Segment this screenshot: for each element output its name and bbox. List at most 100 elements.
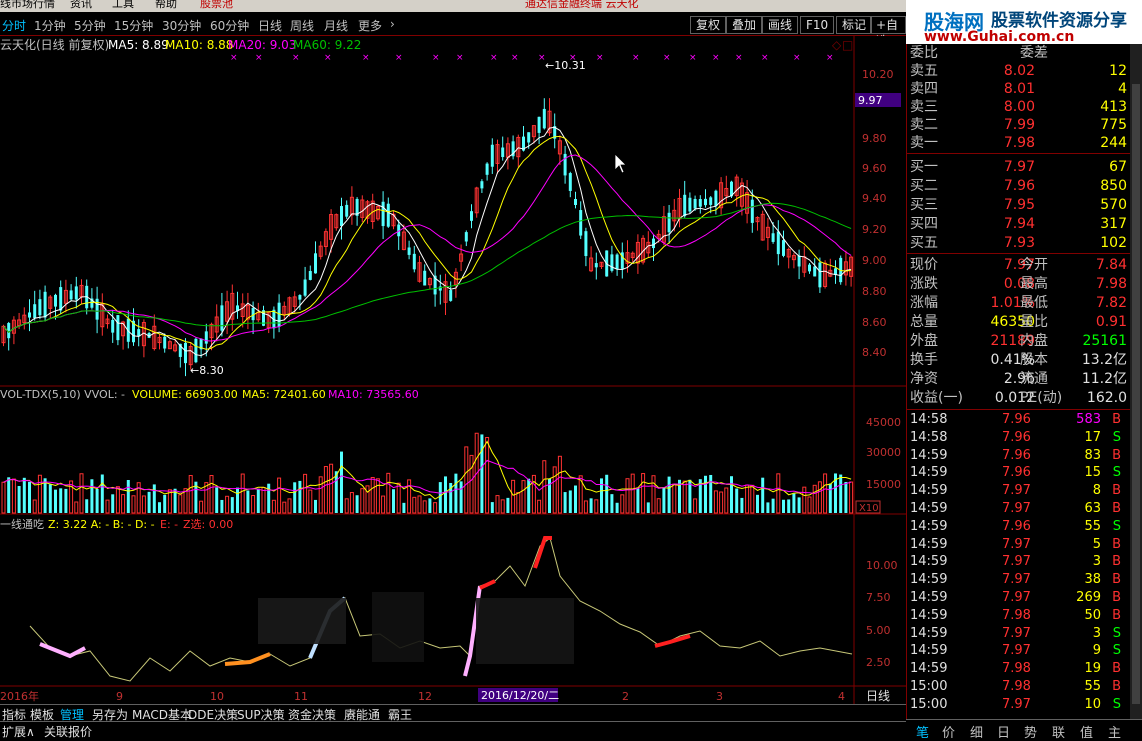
period-tab-30min[interactable]: 30分钟 bbox=[162, 17, 201, 34]
mark-button[interactable]: 标记 bbox=[836, 16, 873, 34]
volume-bar bbox=[490, 502, 494, 513]
candle-body bbox=[480, 181, 484, 189]
expand-diamond-icon[interactable]: ◇ bbox=[832, 38, 842, 52]
bid-row[interactable]: 买五 7.93 102 bbox=[907, 234, 1131, 252]
trade-row: 14:59 7.97 8 B bbox=[907, 482, 1131, 500]
ask-row[interactable]: 卖一 7.98 244 bbox=[907, 134, 1131, 152]
menu-stock-pool[interactable]: 股票池 bbox=[200, 0, 233, 9]
stat-value: 7.98 bbox=[1095, 276, 1127, 292]
indicator-tick: 10.00 bbox=[866, 559, 898, 572]
candle-body bbox=[563, 153, 567, 176]
candle-body bbox=[345, 204, 349, 217]
main-chart-title: 云天化(日线 前复权) bbox=[0, 37, 109, 52]
period-tab-weekly[interactable]: 周线 bbox=[290, 17, 314, 34]
menu-tools[interactable]: 工具 bbox=[112, 0, 134, 9]
quote-tabs: 笔 价 细 日 势 联 值 主 bbox=[906, 719, 1142, 741]
trade-volume: 38 bbox=[1084, 572, 1101, 588]
time-label: 3 bbox=[716, 690, 723, 703]
ask-row[interactable]: 卖五 8.02 12 bbox=[907, 62, 1131, 80]
ask-row[interactable]: 卖三 8.00 413 bbox=[907, 98, 1131, 116]
trade-time: 14:59 bbox=[910, 643, 948, 659]
f10-button[interactable]: F10 bbox=[800, 16, 835, 34]
volume-bar bbox=[735, 488, 739, 513]
qtab-trend[interactable]: 势 bbox=[1024, 722, 1037, 741]
date-cursor: 2016/12/20/二 bbox=[481, 689, 559, 702]
bid-volume: 102 bbox=[1100, 235, 1127, 251]
trade-time: 14:59 bbox=[910, 501, 948, 516]
period-tab-daily[interactable]: 日线 bbox=[258, 17, 282, 34]
trade-row: 15:00 7.98 55 B bbox=[907, 678, 1131, 696]
period-tab-15min[interactable]: 15分钟 bbox=[114, 17, 153, 34]
close-square-icon[interactable]: □ bbox=[842, 38, 853, 52]
stat-value: 0.91 bbox=[1095, 314, 1127, 330]
stat-value: 13.2亿 bbox=[1081, 352, 1127, 368]
volume-bar bbox=[730, 476, 733, 513]
chart-area[interactable]: 云天化(日线 前复权) MA5: 8.89 MA10: 8.88 MA20: 9… bbox=[0, 36, 906, 704]
qtab-price[interactable]: 价 bbox=[942, 722, 955, 741]
period-tab-1min[interactable]: 1分钟 bbox=[34, 17, 66, 34]
window-title: 通达信金融终端 云天化 bbox=[525, 0, 639, 10]
candle-body bbox=[693, 198, 697, 209]
qtab-main[interactable]: 主 bbox=[1108, 722, 1121, 741]
trade-time: 14:59 bbox=[910, 447, 948, 463]
candle-body bbox=[490, 144, 494, 167]
period-tab-monthly[interactable]: 月线 bbox=[324, 17, 348, 34]
bid-row[interactable]: 买四 7.94 317 bbox=[907, 215, 1131, 233]
indicator-z: Z选: 0.00 bbox=[183, 518, 233, 531]
expand-button[interactable]: 扩展∧ bbox=[2, 723, 35, 740]
volume-bar bbox=[600, 478, 603, 513]
bid-row[interactable]: 买二 7.96 850 bbox=[907, 177, 1131, 195]
ma5-label: MA5: 8.89 bbox=[108, 38, 169, 52]
ask-row[interactable]: 卖四 8.01 4 bbox=[907, 80, 1131, 98]
candle-body bbox=[667, 212, 671, 233]
volume-bar bbox=[740, 497, 744, 513]
ask-volume: 775 bbox=[1100, 117, 1127, 133]
current-price-text: 9.97 bbox=[858, 94, 883, 107]
linked-quote-button[interactable]: 关联报价 bbox=[44, 723, 92, 740]
trade-price: 7.96 bbox=[1002, 518, 1031, 534]
price-tick: 9.20 bbox=[862, 223, 887, 236]
trade-time: 14:59 bbox=[910, 590, 948, 605]
time-label: 10 bbox=[210, 690, 224, 703]
menu-market[interactable]: 线市场行情 bbox=[0, 0, 55, 9]
overlay-button[interactable]: 叠加 bbox=[726, 16, 763, 34]
period-tab-more[interactable]: 更多 bbox=[358, 17, 382, 34]
bid-label: 买一 bbox=[910, 159, 938, 175]
qtab-value[interactable]: 值 bbox=[1080, 722, 1093, 741]
ask-row[interactable]: 卖二 7.99 775 bbox=[907, 116, 1131, 134]
bid-price: 7.94 bbox=[1003, 216, 1035, 232]
bid-row[interactable]: 买一 7.97 67 bbox=[907, 158, 1131, 176]
volume-bar bbox=[85, 499, 89, 513]
period-tab-timeshare[interactable]: 分时 bbox=[2, 17, 26, 34]
logo-url: www.Guhai.com.cn bbox=[924, 29, 1075, 44]
candle-body bbox=[298, 295, 302, 300]
trade-volume: 3 bbox=[1092, 625, 1101, 641]
add-watchlist-button[interactable]: +自选 bbox=[870, 16, 906, 48]
quote-scrollbar[interactable] bbox=[1130, 44, 1142, 719]
trade-price: 7.97 bbox=[1002, 536, 1031, 552]
stat-label: 涨幅 bbox=[910, 295, 938, 311]
ask-price: 8.02 bbox=[1003, 63, 1035, 79]
qtab-trades[interactable]: 笔 bbox=[916, 722, 929, 741]
qtab-link[interactable]: 联 bbox=[1052, 722, 1065, 741]
menu-help[interactable]: 帮助 bbox=[155, 0, 177, 9]
ask-volume: 244 bbox=[1100, 135, 1127, 151]
candle-body bbox=[714, 190, 718, 206]
trade-side: B bbox=[1112, 554, 1121, 570]
draw-line-button[interactable]: 画线 bbox=[762, 16, 799, 34]
qtab-detail[interactable]: 细 bbox=[970, 722, 983, 741]
candle-body bbox=[43, 291, 47, 318]
ask-price: 7.99 bbox=[1003, 117, 1035, 133]
chevron-right-icon[interactable]: › bbox=[390, 17, 395, 31]
volume-bar bbox=[828, 483, 832, 513]
quote-panel: 委比 委差 卖五 8.02 12 卖四 8.01 4 卖三 8.00 413 卖二 7.99 775 卖… bbox=[906, 44, 1131, 719]
scrollbar-thumb[interactable] bbox=[1132, 84, 1140, 704]
qtab-daily[interactable]: 日 bbox=[997, 722, 1010, 741]
bid-row[interactable]: 买三 7.95 570 bbox=[907, 196, 1131, 214]
adjust-button[interactable]: 复权 bbox=[690, 16, 727, 34]
signal-x-marker: × bbox=[689, 53, 697, 63]
trade-side: B bbox=[1112, 447, 1121, 463]
period-tab-60min[interactable]: 60分钟 bbox=[210, 17, 249, 34]
menu-news[interactable]: 资讯 bbox=[70, 0, 92, 9]
period-tab-5min[interactable]: 5分钟 bbox=[74, 17, 106, 34]
